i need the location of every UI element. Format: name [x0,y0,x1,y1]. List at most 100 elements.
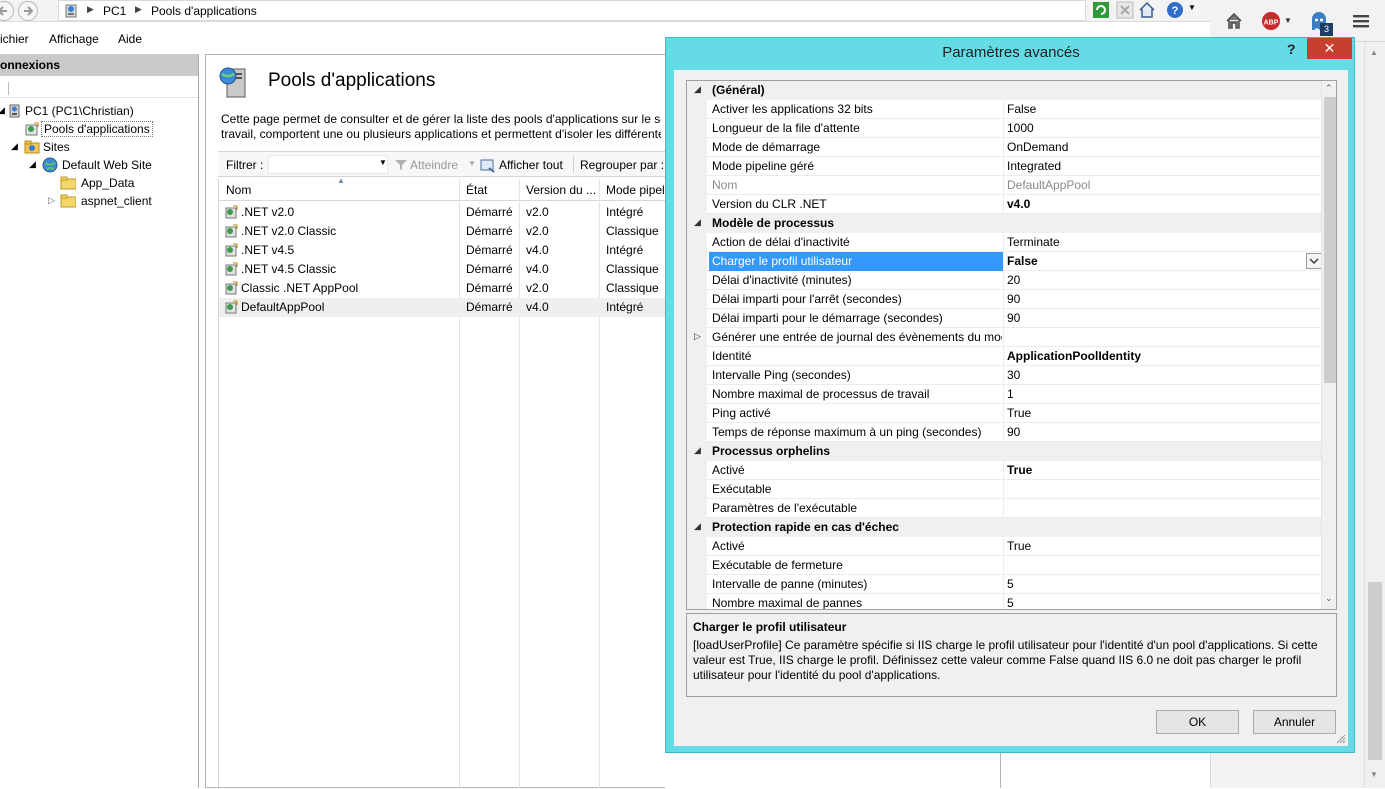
table-row[interactable]: Classic .NET AppPool Démarré v2.0 Classique [219,279,667,298]
forward-arrow-icon [24,6,34,16]
tree-expanded-icon[interactable]: ◢ [11,141,18,152]
resize-grip-icon[interactable] [1336,734,1346,744]
property-row[interactable]: Mode pipeline géré Integrated [687,157,1321,176]
property-row[interactable]: Paramètres de l'exécutable [687,499,1321,518]
property-name: Délai imparti pour l'arrêt (secondes) [712,292,902,306]
ok-button[interactable]: OK [1156,710,1239,734]
dialog-close-button[interactable]: ✕ [1307,38,1352,59]
property-row[interactable]: Activer les applications 32 bits False [687,100,1321,119]
property-row[interactable]: Version du CLR .NET v4.0 [687,195,1321,214]
property-value[interactable]: False [1007,254,1038,268]
collapse-icon[interactable]: ◢ [694,217,701,228]
app-pool-icon [225,205,238,219]
chevron-down-icon[interactable]: ▼ [1284,16,1292,25]
property-row[interactable]: Intervalle de panne (minutes) 5 [687,575,1321,594]
property-grid-scrollbar[interactable]: ⌃ ⌄ [1321,81,1336,609]
show-all-button[interactable]: Afficher tout [499,158,563,172]
property-row[interactable]: Exécutable [687,480,1321,499]
collapse-icon[interactable]: ◢ [694,445,701,456]
property-row[interactable]: Exécutable de fermeture [687,556,1321,575]
property-value: True [1007,406,1032,420]
forward-button[interactable] [18,1,38,21]
property-row[interactable]: ▷ Générer une entrée de journal des évène… [687,328,1321,347]
property-row[interactable]: Action de délai d'inactivité Terminate [687,233,1321,252]
property-row[interactable]: Mode de démarrage OnDemand [687,138,1321,157]
property-row[interactable]: Ping activé True [687,404,1321,423]
property-row[interactable]: Longueur de la file d'attente 1000 [687,119,1321,138]
home-icon[interactable] [1225,12,1243,30]
goto-button[interactable]: Atteindre [410,158,458,172]
expand-icon[interactable]: ▷ [694,331,701,342]
column-state[interactable]: État [466,183,487,197]
property-row[interactable]: Activé True [687,537,1321,556]
description-text: [loadUserProfile] Ce paramètre spécifie … [693,638,1318,682]
scroll-down-arrow-icon[interactable]: ▼ [1370,770,1378,779]
home-icon[interactable] [1138,1,1156,19]
cell-pipeline: Classique [606,262,659,276]
scroll-down-arrow-icon[interactable]: ⌄ [1325,593,1333,604]
property-row[interactable]: Nom DefaultAppPool [687,176,1321,195]
value-dropdown-button[interactable] [1306,253,1322,269]
back-button[interactable] [0,1,14,21]
hamburger-menu-icon[interactable] [1352,12,1370,30]
menu-view[interactable]: Affichage [49,32,99,46]
row-gutter [687,119,707,138]
app-pool-icon [225,243,238,257]
collapse-icon[interactable]: ◢ [694,521,701,532]
menu-help[interactable]: Aide [118,32,142,46]
property-name: Intervalle Ping (secondes) [712,368,851,382]
table-row[interactable]: .NET v4.5 Classic Démarré v4.0 Classique [219,260,667,279]
property-row[interactable]: Temps de réponse maximum à un ping (seco… [687,423,1321,442]
column-version[interactable]: Version du ... [526,183,596,197]
tree-collapsed-icon[interactable]: ▷ [48,195,55,206]
property-category[interactable]: ◢ Processus orphelins [687,442,1321,461]
crumb-pc1[interactable]: PC1 [103,4,126,18]
chevron-down-icon[interactable]: ▼ [379,158,387,167]
column-pipeline[interactable]: Mode pipel [606,183,665,197]
property-row[interactable]: Charger le profil utilisateur False [687,252,1322,271]
property-category[interactable]: ◢ Modèle de processus [687,214,1321,233]
chevron-down-icon[interactable]: ▼ [468,159,476,168]
page-scrollbar[interactable]: ▲ ▼ [1364,42,1385,788]
property-name: Longueur de la file d'attente [712,121,860,135]
property-row[interactable]: Activé True [687,461,1321,480]
dialog-help-button[interactable]: ? [1287,41,1296,57]
chevron-down-icon[interactable]: ▼ [1188,3,1196,12]
row-gutter [687,233,707,252]
menu-file[interactable]: ichier [0,32,29,46]
property-row[interactable]: Délai imparti pour l'arrêt (secondes) 90 [687,290,1321,309]
tree-expanded-icon[interactable]: ◢ [0,105,5,116]
collapse-icon[interactable]: ◢ [694,84,701,95]
scroll-up-arrow-icon[interactable]: ▲ [1370,48,1378,57]
help-icon[interactable]: ? [1166,1,1184,19]
table-row[interactable]: .NET v2.0 Classic Démarré v2.0 Classique [219,222,667,241]
close-icon: ✕ [1323,40,1336,56]
scrollbar-thumb[interactable] [1324,97,1336,383]
table-row[interactable]: DefaultAppPool Démarré v4.0 Intégré [219,298,667,317]
column-name[interactable]: Nom [226,183,251,197]
scroll-up-arrow-icon[interactable]: ⌃ [1325,83,1333,94]
group-by-label[interactable]: Regrouper par : [580,158,664,172]
property-row[interactable]: Intervalle Ping (secondes) 30 [687,366,1321,385]
filter-input[interactable]: ▼ [268,155,388,174]
cancel-button[interactable]: Annuler [1253,710,1336,734]
table-row[interactable]: .NET v2.0 Démarré v2.0 Intégré [219,203,667,222]
property-row[interactable]: Délai d'inactivité (minutes) 20 [687,271,1321,290]
stop-icon[interactable] [1116,1,1134,19]
svg-text:?: ? [1172,5,1179,17]
property-row[interactable]: Nombre maximal de processus de travail 1 [687,385,1321,404]
refresh-icon[interactable] [1092,1,1110,19]
property-category[interactable]: ◢ Protection rapide en cas d'échec [687,518,1321,537]
address-field[interactable]: ▶ PC1 ▶ Pools d'applications [58,0,1086,21]
table-row[interactable]: .NET v4.5 Démarré v4.0 Intégré [219,241,667,260]
property-row[interactable]: Nombre maximal de pannes 5 [687,594,1321,609]
crumb-app-pools[interactable]: Pools d'applications [151,4,257,18]
column-divider [1003,594,1004,609]
scrollbar-thumb[interactable] [1368,582,1382,760]
tree-label-app-data: App_Data [81,176,135,190]
adblock-icon[interactable]: ABP [1261,11,1281,31]
tree-expanded-icon[interactable]: ◢ [29,159,36,170]
property-row[interactable]: Délai imparti pour le démarrage (seconde… [687,309,1321,328]
property-category[interactable]: ◢ (Général) [687,81,1321,100]
property-row[interactable]: Identité ApplicationPoolIdentity [687,347,1321,366]
